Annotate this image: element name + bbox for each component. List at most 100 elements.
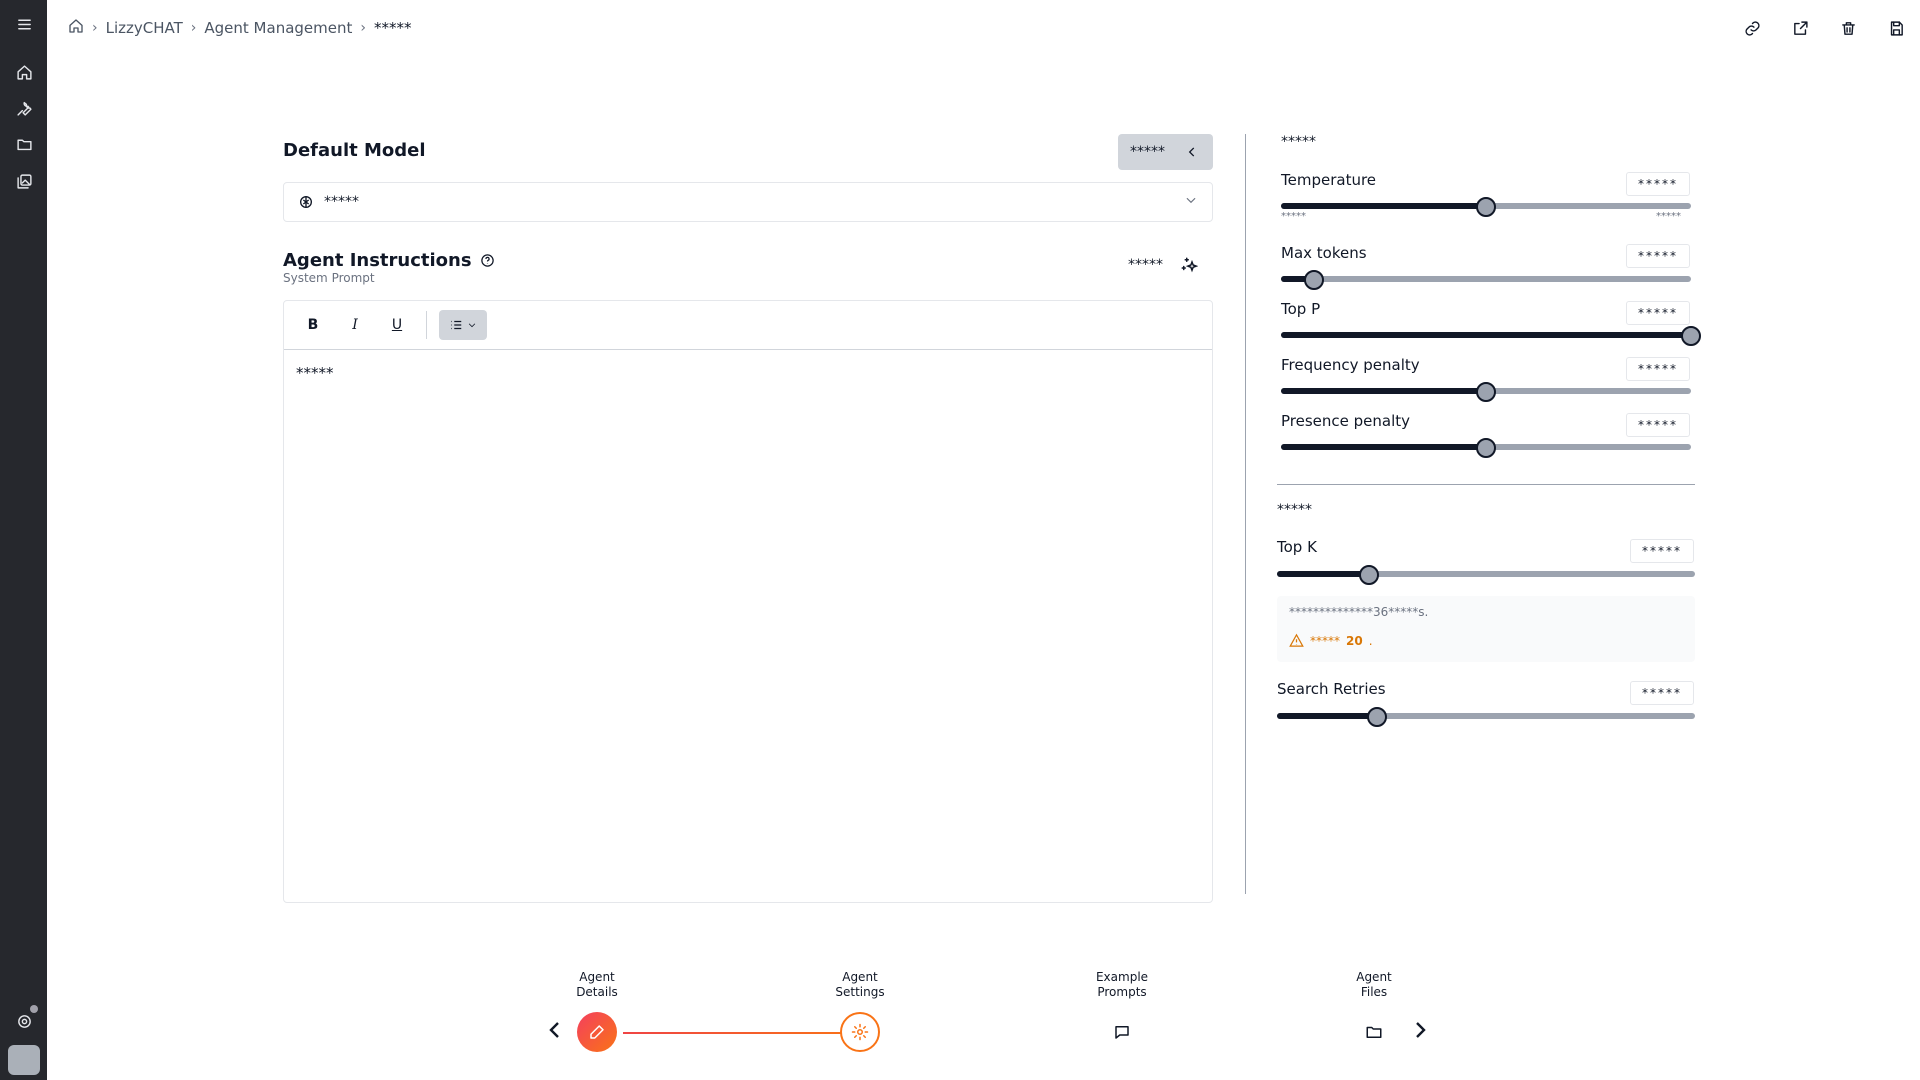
slider-thumb[interactable] (1476, 197, 1496, 217)
breadcrumb-item-agent-management[interactable]: Agent Management (204, 19, 352, 37)
frequency-penalty-slider[interactable] (1281, 382, 1691, 402)
top-k-info-text: **************36*****s. (1289, 605, 1429, 619)
slider-fill (1277, 713, 1378, 719)
help-icon (480, 254, 494, 267)
step-label: Example (1095, 970, 1149, 984)
model-select[interactable]: ***** (283, 182, 1213, 222)
top-p-slider[interactable] (1281, 326, 1701, 346)
collapse-label: ***** (1130, 144, 1165, 160)
step-agent-settings[interactable]: Agent Settings (815, 970, 905, 1052)
italic-button[interactable]: I (338, 310, 372, 340)
step-label: Prompts (1097, 985, 1147, 999)
max-tokens-label: Max tokens (1281, 244, 1367, 262)
next-step-button[interactable] (1410, 1018, 1430, 1042)
chevron-down-icon (1184, 193, 1198, 211)
search-retries-label: Search Retries (1277, 680, 1386, 698)
home-icon[interactable] (13, 61, 35, 83)
gear-icon (851, 1023, 869, 1041)
frequency-penalty-label: Frequency penalty (1281, 356, 1420, 374)
temperature-min-label: ***** (1281, 211, 1306, 222)
underline-button[interactable]: U (380, 310, 414, 340)
warning-suffix: . (1368, 633, 1373, 648)
collapse-params-button[interactable]: ***** (1118, 134, 1213, 170)
folder-icon (1366, 1026, 1382, 1038)
default-model-title: Default Model (283, 140, 426, 161)
share-button[interactable] (1776, 16, 1824, 40)
temperature-label: Temperature (1281, 171, 1377, 189)
breadcrumb-item-lizzychat[interactable]: LizzyCHAT (106, 19, 183, 37)
warning-icon (1289, 633, 1304, 647)
bold-button[interactable]: B (296, 310, 330, 340)
slider-thumb[interactable] (1358, 565, 1379, 585)
model-provider-icon (298, 194, 314, 210)
step-circle[interactable] (577, 1012, 617, 1052)
chevron-left-icon (1188, 147, 1195, 157)
temperature-slider[interactable] (1281, 197, 1691, 217)
avatar[interactable] (8, 1045, 40, 1075)
slider-thumb[interactable] (1303, 270, 1324, 290)
support-icon[interactable] (13, 1010, 35, 1032)
save-button[interactable] (1872, 16, 1920, 40)
chevron-down-icon (468, 323, 476, 328)
presence-penalty-slider[interactable] (1281, 438, 1691, 458)
top-k-warning-box: **************36*****s. ***** 20 . (1277, 596, 1695, 662)
folder-icon[interactable] (13, 133, 35, 155)
step-circle[interactable] (1354, 1012, 1394, 1052)
gallery-icon[interactable] (13, 170, 35, 192)
list-icon (451, 320, 462, 330)
step-circle[interactable] (1102, 1012, 1142, 1052)
editor-content[interactable]: ***** (284, 350, 1212, 396)
pencil-icon (590, 1025, 604, 1039)
slider-thumb[interactable] (1367, 707, 1388, 727)
menu-icon[interactable] (13, 13, 35, 35)
top-actions (1728, 16, 1920, 40)
search-retries-value[interactable]: ***** (1630, 681, 1694, 705)
home-icon[interactable] (68, 18, 84, 38)
search-retries-slider[interactable] (1277, 707, 1695, 727)
step-circle[interactable] (840, 1012, 880, 1052)
presence-penalty-label: Presence penalty (1281, 412, 1411, 430)
top-k-value[interactable]: ***** (1630, 539, 1694, 563)
slider-thumb[interactable] (1476, 382, 1496, 402)
frequency-penalty-value[interactable]: ***** (1626, 357, 1690, 381)
warning-prefix: ***** (1310, 633, 1340, 648)
max-tokens-slider[interactable] (1281, 270, 1691, 290)
step-label: Agent (842, 970, 878, 984)
agent-instructions-label: Agent Instructions (283, 250, 472, 271)
breadcrumb-separator: › (360, 20, 366, 36)
link-button[interactable] (1728, 16, 1776, 40)
slider-fill (1281, 332, 1691, 338)
editor-toolbar: B I U (284, 301, 1212, 350)
sparkle-icon[interactable] (1180, 256, 1200, 276)
step-label: Agent (579, 970, 615, 984)
step-agent-details[interactable]: Agent Details (552, 970, 642, 1052)
trash-icon (1841, 21, 1855, 35)
slider-fill (1277, 571, 1369, 577)
top-k-slider[interactable] (1277, 565, 1695, 585)
breadcrumb-separator: › (92, 20, 98, 36)
top-p-value[interactable]: ***** (1626, 301, 1690, 325)
slider-thumb[interactable] (1681, 326, 1701, 346)
step-example-prompts[interactable]: Example Prompts (1077, 970, 1167, 1052)
wrench-icon[interactable] (13, 97, 35, 119)
agent-instructions-title: Agent Instructions (283, 250, 495, 271)
temperature-value[interactable]: ***** (1626, 172, 1690, 196)
slider-thumb[interactable] (1476, 438, 1496, 458)
chat-icon (1115, 1026, 1129, 1039)
step-label: Agent (1356, 970, 1392, 984)
system-prompt-subtitle: System Prompt (283, 271, 375, 285)
step-agent-files[interactable]: Agent Files (1329, 970, 1419, 1052)
notification-dot (30, 1005, 38, 1013)
list-format-dropdown[interactable] (439, 310, 487, 340)
breadcrumb-separator: › (190, 20, 197, 36)
section-divider (1277, 484, 1695, 485)
params-section-label: ***** (1281, 134, 1316, 150)
selected-model: ***** (324, 194, 359, 210)
toolbar-divider (426, 311, 427, 339)
delete-button[interactable] (1824, 16, 1872, 40)
top-k-warning: ***** 20 . (1289, 633, 1373, 648)
generate-label[interactable]: ***** (1128, 257, 1163, 273)
save-icon (1890, 20, 1903, 36)
max-tokens-value[interactable]: ***** (1626, 244, 1690, 268)
presence-penalty-value[interactable]: ***** (1626, 413, 1690, 437)
